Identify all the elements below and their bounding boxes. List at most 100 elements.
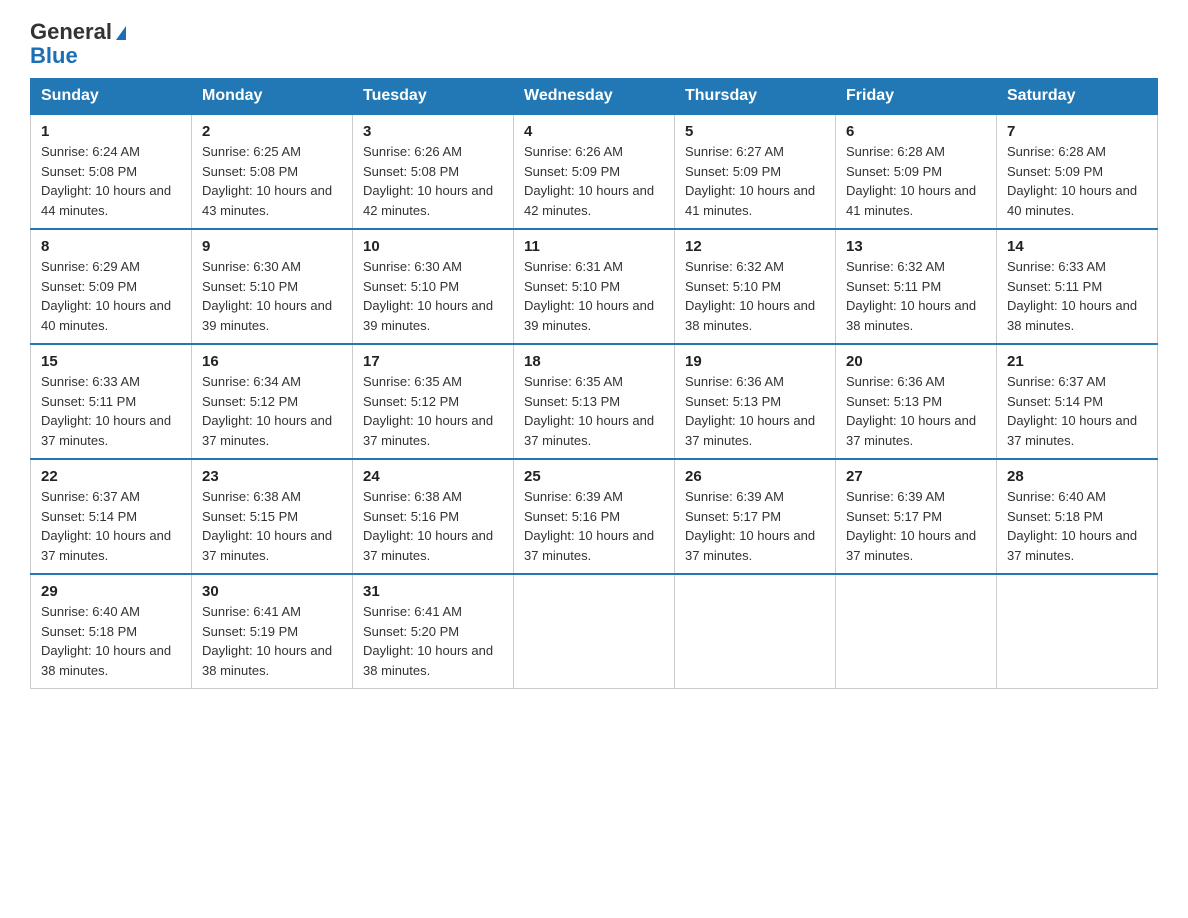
day-info: Sunrise: 6:39 AMSunset: 5:17 PMDaylight:… xyxy=(685,487,825,565)
day-info: Sunrise: 6:30 AMSunset: 5:10 PMDaylight:… xyxy=(202,257,342,335)
day-number: 12 xyxy=(685,238,825,255)
day-info: Sunrise: 6:27 AMSunset: 5:09 PMDaylight:… xyxy=(685,142,825,220)
day-info: Sunrise: 6:29 AMSunset: 5:09 PMDaylight:… xyxy=(41,257,181,335)
day-number: 25 xyxy=(524,468,664,485)
weekday-header-friday: Friday xyxy=(836,79,997,115)
weekday-header-thursday: Thursday xyxy=(675,79,836,115)
calendar-day-11: 11 Sunrise: 6:31 AMSunset: 5:10 PMDayligh… xyxy=(514,229,675,344)
day-info: Sunrise: 6:41 AMSunset: 5:20 PMDaylight:… xyxy=(363,602,503,680)
day-number: 29 xyxy=(41,583,181,600)
calendar-week-3: 15 Sunrise: 6:33 AMSunset: 5:11 PMDayligh… xyxy=(31,344,1158,459)
day-number: 24 xyxy=(363,468,503,485)
day-info: Sunrise: 6:30 AMSunset: 5:10 PMDaylight:… xyxy=(363,257,503,335)
calendar-day-16: 16 Sunrise: 6:34 AMSunset: 5:12 PMDayligh… xyxy=(192,344,353,459)
day-info: Sunrise: 6:32 AMSunset: 5:10 PMDaylight:… xyxy=(685,257,825,335)
day-info: Sunrise: 6:35 AMSunset: 5:12 PMDaylight:… xyxy=(363,372,503,450)
day-number: 15 xyxy=(41,353,181,370)
weekday-header-tuesday: Tuesday xyxy=(353,79,514,115)
calendar-day-29: 29 Sunrise: 6:40 AMSunset: 5:18 PMDayligh… xyxy=(31,574,192,689)
day-number: 28 xyxy=(1007,468,1147,485)
calendar-day-24: 24 Sunrise: 6:38 AMSunset: 5:16 PMDayligh… xyxy=(353,459,514,574)
calendar-day-23: 23 Sunrise: 6:38 AMSunset: 5:15 PMDayligh… xyxy=(192,459,353,574)
day-info: Sunrise: 6:31 AMSunset: 5:10 PMDaylight:… xyxy=(524,257,664,335)
calendar-week-4: 22 Sunrise: 6:37 AMSunset: 5:14 PMDayligh… xyxy=(31,459,1158,574)
day-number: 9 xyxy=(202,238,342,255)
calendar-day-19: 19 Sunrise: 6:36 AMSunset: 5:13 PMDayligh… xyxy=(675,344,836,459)
day-number: 31 xyxy=(363,583,503,600)
page-header: General Blue xyxy=(30,20,1158,68)
weekday-header-monday: Monday xyxy=(192,79,353,115)
day-info: Sunrise: 6:36 AMSunset: 5:13 PMDaylight:… xyxy=(685,372,825,450)
calendar-day-7: 7Sunrise: 6:28 AMSunset: 5:09 PMDaylight… xyxy=(997,114,1158,229)
calendar-day-15: 15 Sunrise: 6:33 AMSunset: 5:11 PMDayligh… xyxy=(31,344,192,459)
day-number: 21 xyxy=(1007,353,1147,370)
day-number: 14 xyxy=(1007,238,1147,255)
day-info: Sunrise: 6:35 AMSunset: 5:13 PMDaylight:… xyxy=(524,372,664,450)
day-info: Sunrise: 6:38 AMSunset: 5:16 PMDaylight:… xyxy=(363,487,503,565)
day-number: 20 xyxy=(846,353,986,370)
day-number: 13 xyxy=(846,238,986,255)
day-number: 10 xyxy=(363,238,503,255)
day-info: Sunrise: 6:37 AMSunset: 5:14 PMDaylight:… xyxy=(1007,372,1147,450)
day-number: 26 xyxy=(685,468,825,485)
day-info: Sunrise: 6:36 AMSunset: 5:13 PMDaylight:… xyxy=(846,372,986,450)
day-info: Sunrise: 6:26 AMSunset: 5:09 PMDaylight:… xyxy=(524,142,664,220)
day-info: Sunrise: 6:26 AMSunset: 5:08 PMDaylight:… xyxy=(363,142,503,220)
calendar-day-25: 25 Sunrise: 6:39 AMSunset: 5:16 PMDayligh… xyxy=(514,459,675,574)
day-info: Sunrise: 6:39 AMSunset: 5:16 PMDaylight:… xyxy=(524,487,664,565)
day-number: 19 xyxy=(685,353,825,370)
day-info: Sunrise: 6:39 AMSunset: 5:17 PMDaylight:… xyxy=(846,487,986,565)
day-number: 3 xyxy=(363,123,503,140)
day-info: Sunrise: 6:28 AMSunset: 5:09 PMDaylight:… xyxy=(846,142,986,220)
calendar-day-20: 20 Sunrise: 6:36 AMSunset: 5:13 PMDayligh… xyxy=(836,344,997,459)
weekday-header-sunday: Sunday xyxy=(31,79,192,115)
day-number: 1 xyxy=(41,123,181,140)
day-number: 17 xyxy=(363,353,503,370)
calendar-day-9: 9 Sunrise: 6:30 AMSunset: 5:10 PMDaylight… xyxy=(192,229,353,344)
calendar-day-12: 12 Sunrise: 6:32 AMSunset: 5:10 PMDayligh… xyxy=(675,229,836,344)
day-number: 4 xyxy=(524,123,664,140)
empty-cell xyxy=(675,574,836,689)
day-info: Sunrise: 6:40 AMSunset: 5:18 PMDaylight:… xyxy=(41,602,181,680)
empty-cell xyxy=(997,574,1158,689)
calendar-day-8: 8 Sunrise: 6:29 AMSunset: 5:09 PMDaylight… xyxy=(31,229,192,344)
calendar-table: SundayMondayTuesdayWednesdayThursdayFrid… xyxy=(30,78,1158,689)
day-info: Sunrise: 6:33 AMSunset: 5:11 PMDaylight:… xyxy=(1007,257,1147,335)
day-number: 18 xyxy=(524,353,664,370)
day-info: Sunrise: 6:24 AMSunset: 5:08 PMDaylight:… xyxy=(41,142,181,220)
calendar-day-30: 30 Sunrise: 6:41 AMSunset: 5:19 PMDayligh… xyxy=(192,574,353,689)
logo-blue-text: Blue xyxy=(30,44,126,68)
day-info: Sunrise: 6:40 AMSunset: 5:18 PMDaylight:… xyxy=(1007,487,1147,565)
day-number: 23 xyxy=(202,468,342,485)
calendar-day-26: 26 Sunrise: 6:39 AMSunset: 5:17 PMDayligh… xyxy=(675,459,836,574)
day-number: 11 xyxy=(524,238,664,255)
calendar-day-22: 22 Sunrise: 6:37 AMSunset: 5:14 PMDayligh… xyxy=(31,459,192,574)
day-info: Sunrise: 6:25 AMSunset: 5:08 PMDaylight:… xyxy=(202,142,342,220)
day-info: Sunrise: 6:32 AMSunset: 5:11 PMDaylight:… xyxy=(846,257,986,335)
day-info: Sunrise: 6:34 AMSunset: 5:12 PMDaylight:… xyxy=(202,372,342,450)
day-info: Sunrise: 6:38 AMSunset: 5:15 PMDaylight:… xyxy=(202,487,342,565)
calendar-week-1: 1 Sunrise: 6:24 AMSunset: 5:08 PMDaylight… xyxy=(31,114,1158,229)
calendar-day-28: 28 Sunrise: 6:40 AMSunset: 5:18 PMDayligh… xyxy=(997,459,1158,574)
day-info: Sunrise: 6:37 AMSunset: 5:14 PMDaylight:… xyxy=(41,487,181,565)
calendar-week-5: 29 Sunrise: 6:40 AMSunset: 5:18 PMDayligh… xyxy=(31,574,1158,689)
day-number: 16 xyxy=(202,353,342,370)
day-number: 30 xyxy=(202,583,342,600)
calendar-day-10: 10 Sunrise: 6:30 AMSunset: 5:10 PMDayligh… xyxy=(353,229,514,344)
calendar-day-21: 21 Sunrise: 6:37 AMSunset: 5:14 PMDayligh… xyxy=(997,344,1158,459)
calendar-day-2: 2 Sunrise: 6:25 AMSunset: 5:08 PMDaylight… xyxy=(192,114,353,229)
day-number: 7 xyxy=(1007,123,1147,140)
calendar-day-3: 3 Sunrise: 6:26 AMSunset: 5:08 PMDaylight… xyxy=(353,114,514,229)
day-number: 2 xyxy=(202,123,342,140)
day-number: 8 xyxy=(41,238,181,255)
empty-cell xyxy=(514,574,675,689)
day-info: Sunrise: 6:33 AMSunset: 5:11 PMDaylight:… xyxy=(41,372,181,450)
calendar-day-4: 4 Sunrise: 6:26 AMSunset: 5:09 PMDaylight… xyxy=(514,114,675,229)
day-info: Sunrise: 6:41 AMSunset: 5:19 PMDaylight:… xyxy=(202,602,342,680)
calendar-day-17: 17 Sunrise: 6:35 AMSunset: 5:12 PMDayligh… xyxy=(353,344,514,459)
calendar-day-27: 27Sunrise: 6:39 AMSunset: 5:17 PMDayligh… xyxy=(836,459,997,574)
calendar-day-31: 31 Sunrise: 6:41 AMSunset: 5:20 PMDayligh… xyxy=(353,574,514,689)
calendar-day-18: 18 Sunrise: 6:35 AMSunset: 5:13 PMDayligh… xyxy=(514,344,675,459)
day-number: 22 xyxy=(41,468,181,485)
empty-cell xyxy=(836,574,997,689)
